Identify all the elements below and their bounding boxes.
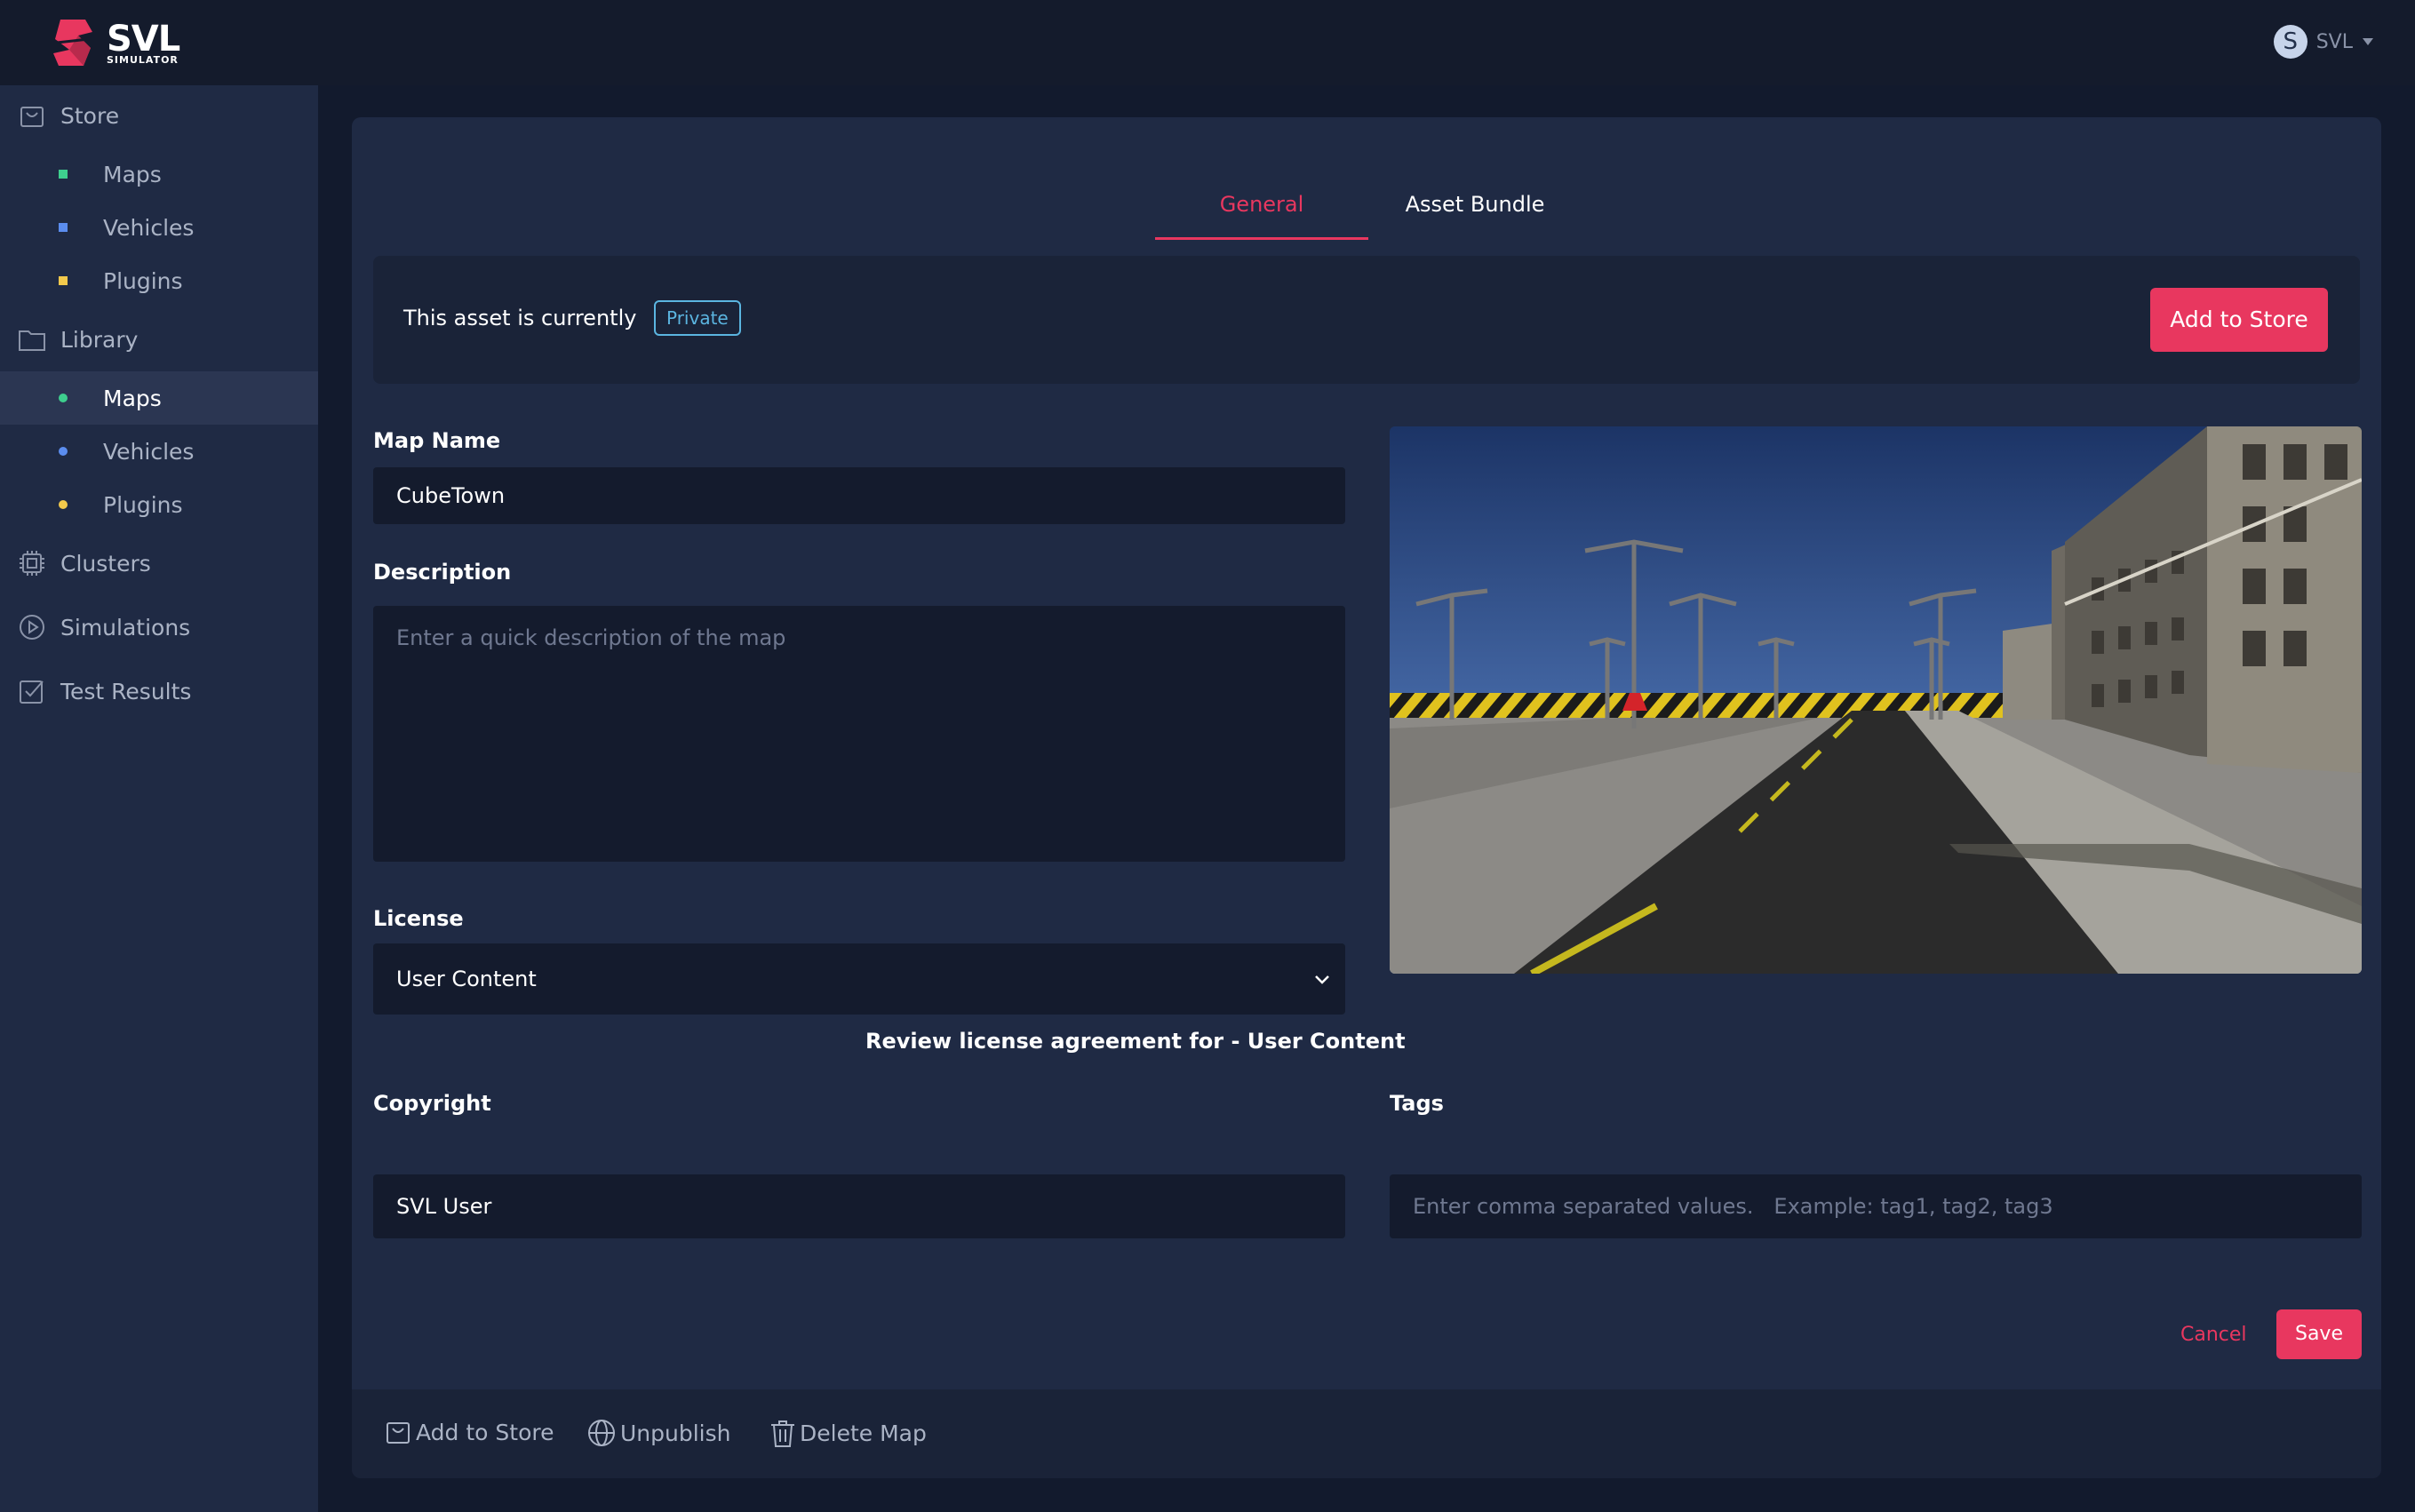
card-footer: Add to Store Unpublish Delete Map (352, 1389, 2381, 1478)
caret-down-icon (2363, 38, 2373, 45)
description-textarea[interactable]: Enter a quick description of the map (373, 606, 1345, 862)
sidebar-item-store-plugins[interactable]: Plugins (0, 254, 318, 307)
license-label: License (373, 906, 464, 931)
square-bullet-icon (59, 223, 68, 232)
square-bullet-icon (59, 276, 68, 285)
user-name: SVL (2315, 30, 2353, 53)
unpublish-button[interactable]: Unpublish (586, 1418, 731, 1448)
play-icon (18, 613, 46, 641)
map-preview-image (1390, 426, 2362, 974)
tags-field[interactable]: Enter comma separated values. Example: t… (1390, 1174, 2362, 1238)
logo-subtitle: SIMULATOR (107, 53, 179, 66)
copyright-label: Copyright (373, 1091, 491, 1116)
sidebar-section-library[interactable]: Library (0, 313, 318, 366)
save-button[interactable]: Save (2276, 1309, 2362, 1359)
sidebar-section-simulations[interactable]: Simulations (0, 601, 318, 654)
user-menu[interactable]: S SVL (2273, 25, 2374, 59)
dot-bullet-icon (59, 500, 68, 509)
sidebar-section-label: Test Results (60, 678, 192, 704)
cancel-button[interactable]: Cancel (2180, 1324, 2247, 1346)
footer-action-label: Delete Map (800, 1420, 927, 1446)
logo-mark-icon (53, 20, 92, 66)
tab-asset-bundle[interactable]: Asset Bundle (1368, 155, 1582, 240)
chevron-down-icon (1315, 975, 1329, 984)
bag-icon (387, 1422, 410, 1444)
bag-icon (18, 101, 46, 130)
avatar: S (2273, 25, 2307, 59)
sidebar-section-label: Store (60, 102, 120, 129)
sidebar-section-label: Simulations (60, 614, 191, 641)
add-to-store-button[interactable]: Add to Store (2150, 288, 2328, 352)
folder-icon (18, 325, 46, 354)
map-name-label: Map Name (373, 428, 501, 453)
checkbox-icon (18, 677, 46, 705)
sidebar-item-label: Maps (103, 161, 162, 187)
dot-bullet-icon (59, 394, 68, 402)
sidebar-section-label: Clusters (60, 550, 151, 577)
sidebar-item-label: Plugins (103, 491, 183, 518)
trash-icon (771, 1420, 794, 1447)
sidebar-item-library-plugins[interactable]: Plugins (0, 478, 318, 531)
status-badge: Private (654, 300, 741, 336)
tab-general[interactable]: General (1155, 155, 1368, 240)
sidebar-item-store-vehicles[interactable]: Vehicles (0, 201, 318, 254)
sidebar-section-label: Library (60, 326, 139, 353)
delete-map-button[interactable]: Delete Map (769, 1418, 927, 1448)
sidebar-item-store-maps[interactable]: Maps (0, 147, 318, 201)
globe-icon (588, 1420, 615, 1446)
sidebar-item-label: Vehicles (103, 214, 195, 241)
copyright-field[interactable]: SVL User (373, 1174, 1345, 1238)
dot-bullet-icon (59, 447, 68, 456)
chip-icon (18, 549, 46, 577)
sidebar-section-clusters[interactable]: Clusters (0, 537, 318, 590)
status-panel: This asset is currently Private (373, 256, 2360, 384)
license-select[interactable]: User Content (373, 943, 1345, 1015)
street-scene-illustration (1390, 426, 2362, 974)
sidebar-item-label: Vehicles (103, 438, 195, 465)
sidebar-item-label: Maps (103, 385, 162, 411)
sidebar-section-test-results[interactable]: Test Results (0, 664, 318, 718)
description-label: Description (373, 560, 512, 585)
sidebar-section-store[interactable]: Store (0, 89, 318, 142)
footer-action-label: Add to Store (416, 1419, 554, 1445)
square-bullet-icon (59, 170, 68, 179)
map-name-field[interactable]: CubeTown (373, 467, 1345, 524)
sidebar-item-label: Plugins (103, 267, 183, 294)
sidebar-item-library-maps[interactable]: Maps (0, 371, 318, 425)
license-selected-value: User Content (396, 967, 537, 991)
tab-bar: General Asset Bundle (1155, 155, 1582, 240)
status-text: This asset is currently (403, 306, 637, 330)
map-edit-card: General Asset Bundle This asset is curre… (352, 117, 2381, 1478)
logo-title: SVL (107, 18, 180, 60)
top-bar: SVL SIMULATOR S SVL (0, 0, 2415, 85)
sidebar-item-library-vehicles[interactable]: Vehicles (0, 425, 318, 478)
tags-label: Tags (1390, 1091, 1444, 1116)
footer-action-label: Unpublish (620, 1420, 731, 1446)
footer-add-to-store-button[interactable]: Add to Store (384, 1418, 554, 1446)
svl-logo[interactable]: SVL SIMULATOR (52, 16, 180, 69)
license-agreement-link[interactable]: Review license agreement for - User Cont… (865, 1029, 1406, 1054)
sidebar: Store Maps Vehicles Plugins Library Maps… (0, 85, 318, 1512)
